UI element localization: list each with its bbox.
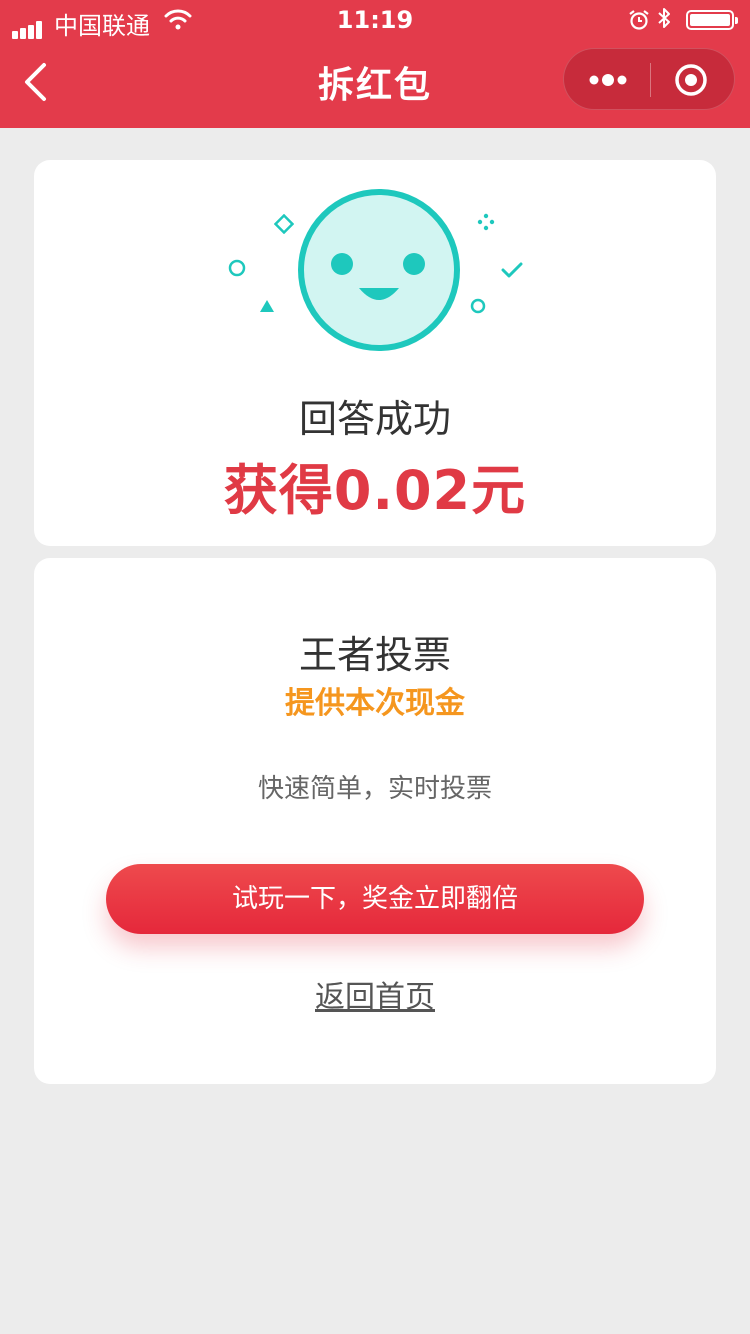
sparkle-deco-icon <box>477 213 495 231</box>
alarm-icon <box>628 9 650 37</box>
check-deco-icon <box>501 262 523 278</box>
target-icon[interactable] <box>674 63 708 97</box>
promo-card: 王者投票 提供本次现金 快速简单，实时投票 试玩一下，奖金立即翻倍 返回首页 <box>34 558 716 1084</box>
try-game-button[interactable]: 试玩一下，奖金立即翻倍 <box>106 864 644 934</box>
header-bar: 中国联通 11:19 拆红包 <box>0 0 750 128</box>
smiley-face-icon <box>298 189 460 351</box>
bluetooth-icon <box>656 6 672 36</box>
promo-description: 快速简单，实时投票 <box>257 774 492 804</box>
return-home-link[interactable]: 返回首页 <box>315 980 435 1015</box>
mini-program-capsule <box>563 48 735 110</box>
status-bar: 中国联通 11:19 <box>0 0 750 40</box>
triangle-deco-icon <box>260 300 274 312</box>
capsule-divider <box>650 63 651 97</box>
earned-amount-text: 获得0.02元 <box>223 459 527 522</box>
ring-deco-icon <box>228 259 246 277</box>
diamond-deco-icon <box>274 214 294 234</box>
home-link-wrapper: 返回首页 <box>34 972 716 1016</box>
result-card: 回答成功 获得0.02元 <box>34 160 716 546</box>
battery-icon <box>686 10 738 30</box>
more-icon[interactable] <box>586 65 630 95</box>
promo-subtitle: 提供本次现金 <box>285 686 465 721</box>
ring-deco-icon <box>470 298 486 314</box>
promo-title: 王者投票 <box>298 633 451 677</box>
answer-success-text: 回答成功 <box>298 397 451 441</box>
